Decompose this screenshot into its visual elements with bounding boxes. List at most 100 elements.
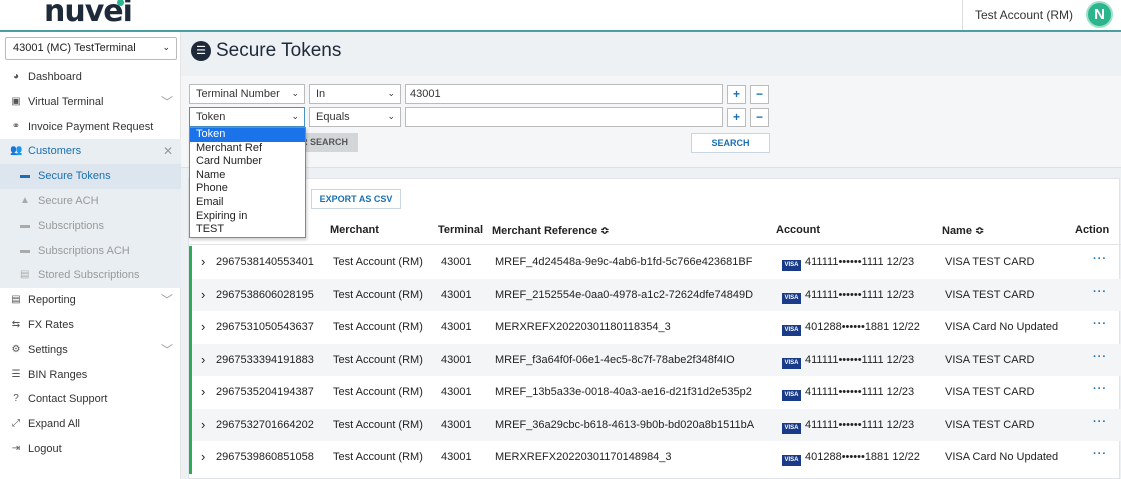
dropdown-option[interactable]: Email [190,196,305,210]
filter-field-dropdown[interactable]: Token Merchant Ref Card Number Name Phone Ema… [189,127,306,238]
cell-merchant: Test Account (RM) [333,451,423,463]
sidebar-subitem-subscriptions-ach[interactable]: ▬ Subscriptions ACH [0,238,181,264]
table-row[interactable]: › 2967535204194387 Test Account (RM) 43001 M… [189,376,1121,409]
column-name[interactable]: Name ≎ [942,224,984,237]
row-actions-icon[interactable]: ··· [1093,416,1107,428]
row-actions-icon[interactable]: ··· [1093,318,1107,330]
dropdown-option[interactable]: Expiring in [190,210,305,224]
export-csv-button[interactable]: EXPORT AS CSV [311,189,401,209]
dropdown-option[interactable]: Name [190,169,305,183]
account-name: Test Account (RM) [975,8,1074,22]
sidebar-item-dashboard[interactable]: ◕ Dashboard [0,65,181,90]
sidebar-subitem-label: Subscriptions [38,219,105,232]
sidebar-subitem-subscriptions[interactable]: ▬ Subscriptions [0,213,181,239]
cell-merchant: Test Account (RM) [333,386,423,398]
sidebar-item-contact-support[interactable]: ? Contact Support [0,387,181,412]
filter-value-input-2[interactable] [405,107,723,127]
storage-icon: ▤ [20,269,30,281]
column-merchant-reference[interactable]: Merchant Reference ≎ [492,224,609,237]
account-menu[interactable]: Test Account (RM) N [962,0,1121,30]
chevron-right-icon[interactable]: › [201,384,205,399]
dropdown-option[interactable]: TEST [190,223,305,237]
chevron-down-icon[interactable]: ﹀ [161,288,173,313]
sidebar-subitem-secure-ach[interactable]: ▲ Secure ACH [0,188,181,214]
dropdown-option[interactable]: Merchant Ref [190,142,305,156]
row-actions-icon[interactable]: ··· [1093,286,1107,298]
filter-operator-select-2[interactable]: Equals ⌄ [309,107,401,127]
column-account[interactable]: Account [776,224,820,236]
table-row[interactable]: › 2967532701664202 Test Account (RM) 43001 M… [189,408,1121,441]
column-merchant[interactable]: Merchant [330,224,379,236]
dropdown-option[interactable]: Card Number [190,155,305,169]
table-row[interactable]: › 2967538606028195 Test Account (RM) 43001 M… [189,278,1121,311]
sidebar-subitem-label: Stored Subscriptions [38,269,140,282]
remove-filter-button[interactable]: − [750,85,769,104]
column-terminal[interactable]: Terminal [438,224,483,236]
user-avatar[interactable]: N [1086,1,1113,28]
sidebar-subitem-stored-subscriptions[interactable]: ▤ Stored Subscriptions [0,263,181,289]
sidebar-item-customers[interactable]: 👥 Customers ✕ [0,139,181,165]
chevron-down-icon[interactable]: ﹀ [161,338,173,363]
chevron-right-icon[interactable]: › [201,319,205,334]
sidebar-item-virtual-terminal[interactable]: ▣ Virtual Terminal ﹀ [0,90,181,115]
chevron-down-icon: ⌄ [387,88,395,98]
table-row[interactable]: › 2967539860851058 Test Account (RM) 43001 M… [189,441,1121,474]
filter-value-input-1[interactable]: 43001 [405,84,723,104]
row-actions-icon[interactable]: ··· [1093,351,1107,363]
sidebar-item-fx-rates[interactable]: ⇆ FX Rates [0,313,181,338]
visa-card-icon: VISA [782,422,801,434]
visa-card-icon: VISA [782,292,801,304]
sidebar-item-bin-ranges[interactable]: ☰ BIN Ranges [0,363,181,388]
filter-operator-select-1[interactable]: In ⌄ [309,84,401,104]
sidebar-item-reporting[interactable]: ▤ Reporting ﹀ [0,288,181,313]
terminal-select-value: 43001 (MC) TestTerminal [13,42,136,54]
sidebar-subitem-secure-tokens[interactable]: ▬ Secure Tokens [0,164,181,189]
collapse-icon[interactable]: ✕ [163,139,173,164]
cell-merchant-reference: MERXREFX20220301180118354_3 [495,321,671,333]
dashboard-icon: ◕ [12,71,20,82]
add-filter-button[interactable]: + [727,85,746,104]
sidebar-subitem-label: Secure Tokens [38,170,111,183]
chevron-down-icon[interactable]: ﹀ [161,90,173,115]
sidebar-item-label: Customers [28,145,82,158]
sidebar-item-expand-all[interactable]: ⤢ Expand All [0,412,181,437]
list-icon: ☰ [191,41,211,61]
filter-field-select-1[interactable]: Terminal Number ⌄ [189,84,305,104]
sidebar-item-label: Settings [28,343,68,356]
cell-token: 2967538140553401 [216,256,314,268]
chevron-right-icon[interactable]: › [201,254,205,269]
table-header: Merchant Terminal Merchant Reference ≎ A… [189,215,1121,245]
link-icon: ⚭ [11,120,21,132]
dropdown-option[interactable]: Phone [190,182,305,196]
filter-field-select-2[interactable]: Token ⌄ [189,107,305,127]
row-actions-icon[interactable]: ··· [1093,383,1107,395]
table-row[interactable]: › 2967533394191883 Test Account (RM) 43001 M… [189,343,1121,376]
cell-account: VISA 411111••••••1111 12/23 [782,419,914,434]
chevron-down-icon: ⌄ [387,111,395,121]
cell-terminal: 43001 [441,386,472,398]
row-actions-icon[interactable]: ··· [1093,448,1107,460]
sidebar-item-label: Invoice Payment Request [28,120,154,133]
remove-filter-button[interactable]: − [750,108,769,127]
filter-field-value: Terminal Number [196,88,280,100]
terminal-select[interactable]: 43001 (MC) TestTerminal ⌄ [5,37,177,60]
dropdown-option[interactable]: Token [190,128,305,142]
visa-card-icon: VISA [782,325,801,336]
cell-merchant-reference: MERXREFX20220301170148984_3 [495,451,672,463]
sidebar-item-logout[interactable]: ⇥ Logout [0,437,181,462]
add-filter-button[interactable]: + [727,108,746,127]
nuvei-logo[interactable]: nuvei [44,0,133,29]
chevron-right-icon[interactable]: › [201,417,205,432]
chevron-right-icon[interactable]: › [201,352,205,367]
sidebar-item-invoice-payment-request[interactable]: ⚭ Invoice Payment Request [0,115,181,140]
search-button[interactable]: SEARCH [691,133,770,153]
cell-merchant: Test Account (RM) [333,353,423,366]
cell-merchant: Test Account (RM) [333,288,423,301]
chevron-right-icon[interactable]: › [201,449,205,464]
visa-card-icon: VISA [782,357,801,369]
table-row[interactable]: › 2967531050543637 Test Account (RM) 43001 M… [189,311,1121,344]
row-actions-icon[interactable]: ··· [1093,253,1107,265]
chevron-right-icon[interactable]: › [201,287,205,302]
table-row[interactable]: › 2967538140553401 Test Account (RM) 43001 M… [189,246,1121,279]
sidebar-item-settings[interactable]: ⚙ Settings ﹀ [0,338,181,363]
